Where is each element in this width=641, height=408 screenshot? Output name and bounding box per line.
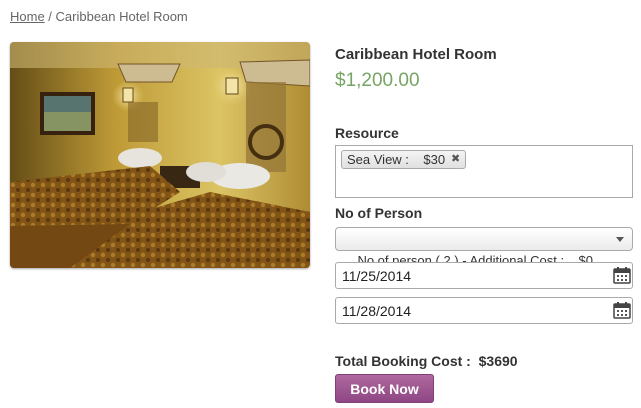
total-booking-cost: Total Booking Cost : $3690 (335, 353, 518, 369)
product-price: $1,200.00 (335, 70, 420, 91)
calendar-icon[interactable] (613, 301, 631, 319)
breadcrumb-separator: / (44, 9, 56, 24)
persons-label: No of Person (335, 205, 423, 221)
total-label: Total Booking Cost : (335, 353, 471, 369)
product-image[interactable] (10, 42, 310, 268)
breadcrumb: Home / Caribbean Hotel Room (10, 9, 188, 24)
end-date-input[interactable] (335, 297, 633, 324)
start-date-input[interactable] (335, 262, 633, 289)
resource-chip-sea-view: Sea View : $30 ✖ (341, 150, 467, 169)
close-icon[interactable]: ✖ (451, 151, 460, 168)
product-title: Caribbean Hotel Room (335, 46, 497, 63)
calendar-icon[interactable] (613, 266, 631, 284)
resource-label: Resource (335, 125, 399, 141)
chevron-down-icon (616, 237, 624, 242)
persons-select[interactable]: No of person ( 2 ) - Additional Cost : $… (335, 227, 633, 268)
book-now-button[interactable]: Book Now (335, 374, 434, 403)
breadcrumb-current: Caribbean Hotel Room (55, 9, 188, 24)
resource-chip-label: Sea View : $30 (347, 152, 446, 167)
total-value: $3690 (478, 353, 518, 369)
resource-multiselect[interactable]: Sea View : $30 ✖ (335, 145, 633, 198)
breadcrumb-home-link[interactable]: Home (10, 9, 45, 24)
